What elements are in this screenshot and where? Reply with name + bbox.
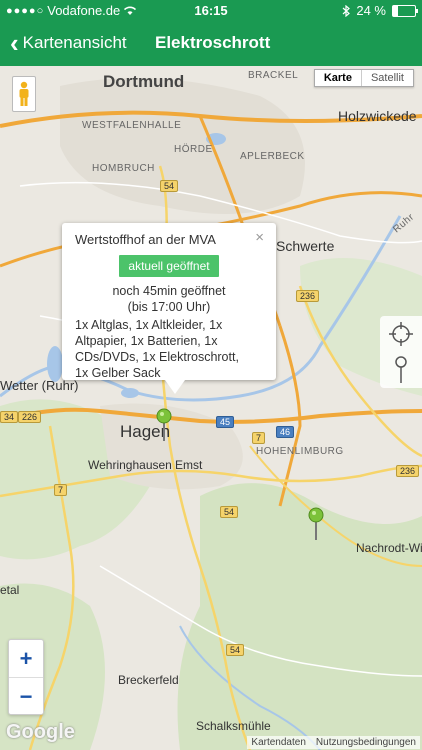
road-shield: 54 (220, 506, 239, 518)
street-view-pegman-icon[interactable] (12, 76, 36, 112)
location-info-popup: Wertstoffhof an der MVA × aktuell geöffn… (62, 223, 276, 394)
google-logo: Google (6, 721, 75, 743)
map-view[interactable]: Dortmund BRACKEL Holzwickede WESTFALENHA… (0, 66, 422, 750)
back-button-label: Kartenansicht (22, 33, 127, 52)
place-label: Schwerte (276, 238, 335, 254)
road-shield: 54 (160, 180, 179, 192)
place-label: Schalksmühle (196, 719, 271, 733)
place-label: Holzwickede (338, 108, 417, 124)
popup-title: Wertstoffhof an der MVA (75, 232, 216, 247)
chevron-left-icon: ‹ (10, 28, 19, 58)
road-shield: 236 (296, 290, 320, 302)
location-pin-icon[interactable] (307, 507, 325, 541)
map-data-link[interactable]: Kartendaten (251, 737, 306, 748)
road-shield: 7 (54, 484, 68, 496)
accepted-items-line: CDs/DVDs, 1x Elektroschrott, (75, 350, 239, 364)
map-background (0, 78, 422, 750)
place-label: WESTFALENHALLE (82, 120, 182, 131)
road-shield: 236 (396, 465, 420, 477)
place-label: etal (0, 583, 20, 597)
road-shield: 7 (252, 432, 266, 444)
zoom-controls: + − (8, 639, 44, 715)
accepted-items-line: 1x Altglas, 1x Altkleider, 1x (75, 318, 223, 332)
place-label: HÖRDE (174, 144, 213, 155)
terms-of-use-link[interactable]: Nutzungsbedingungen (316, 737, 416, 748)
road-shield: 226 (18, 411, 42, 423)
place-label: Breckerfeld (118, 673, 179, 687)
battery-icon (392, 4, 418, 17)
place-label: HOMBRUCH (92, 163, 155, 174)
location-pin-icon[interactable] (155, 408, 173, 442)
motorway-shield: 45 (216, 416, 235, 428)
motorway-shield: 46 (276, 426, 295, 438)
map-side-controls (380, 316, 422, 388)
zoom-in-button[interactable]: + (9, 640, 43, 677)
road-shield: 34 (0, 411, 19, 423)
map-type-satellite-button[interactable]: Satellit (360, 70, 413, 86)
status-bar: ●●●●○ Vodafone.de 16:15 24 % (0, 0, 422, 22)
close-icon[interactable]: × (255, 229, 264, 246)
map-type-toggle: Karte Satellit (313, 69, 414, 87)
accepted-items-line: 1x Gelber Sack (75, 366, 161, 380)
pin-marker-icon[interactable] (393, 355, 409, 384)
place-label: BRACKEL (248, 70, 299, 81)
road-shield: 54 (226, 644, 245, 656)
place-label: Emst (175, 458, 203, 472)
place-label: APLERBECK (240, 151, 305, 162)
battery-percent: 24 % (356, 3, 386, 18)
accepted-items-line: Altpapier, 1x Batterien, 1x (75, 334, 218, 348)
bluetooth-icon (342, 4, 351, 17)
page-title: Elektroschrott (155, 33, 271, 52)
locate-me-icon[interactable] (388, 321, 414, 347)
navigation-bar: ‹ Kartenansicht Elektroschrott (0, 22, 422, 66)
hours-remaining: noch 45min geöffnet (112, 284, 226, 298)
place-label: Wehringhausen (88, 458, 172, 472)
map-type-map-button[interactable]: Karte (315, 70, 361, 86)
map-attribution: Kartendaten Nutzungsbedingungen (247, 736, 420, 749)
zoom-out-button[interactable]: − (9, 677, 43, 715)
open-status-badge: aktuell geöffnet (119, 255, 219, 277)
place-label: Dortmund (103, 72, 185, 91)
battery-fill (393, 5, 399, 16)
closing-time: (bis 17:00 Uhr) (127, 300, 211, 314)
back-button[interactable]: ‹ Kartenansicht (10, 28, 127, 58)
place-label: Nachrodt-Wi (356, 541, 422, 555)
place-label: HOHENLIMBURG (256, 446, 344, 457)
